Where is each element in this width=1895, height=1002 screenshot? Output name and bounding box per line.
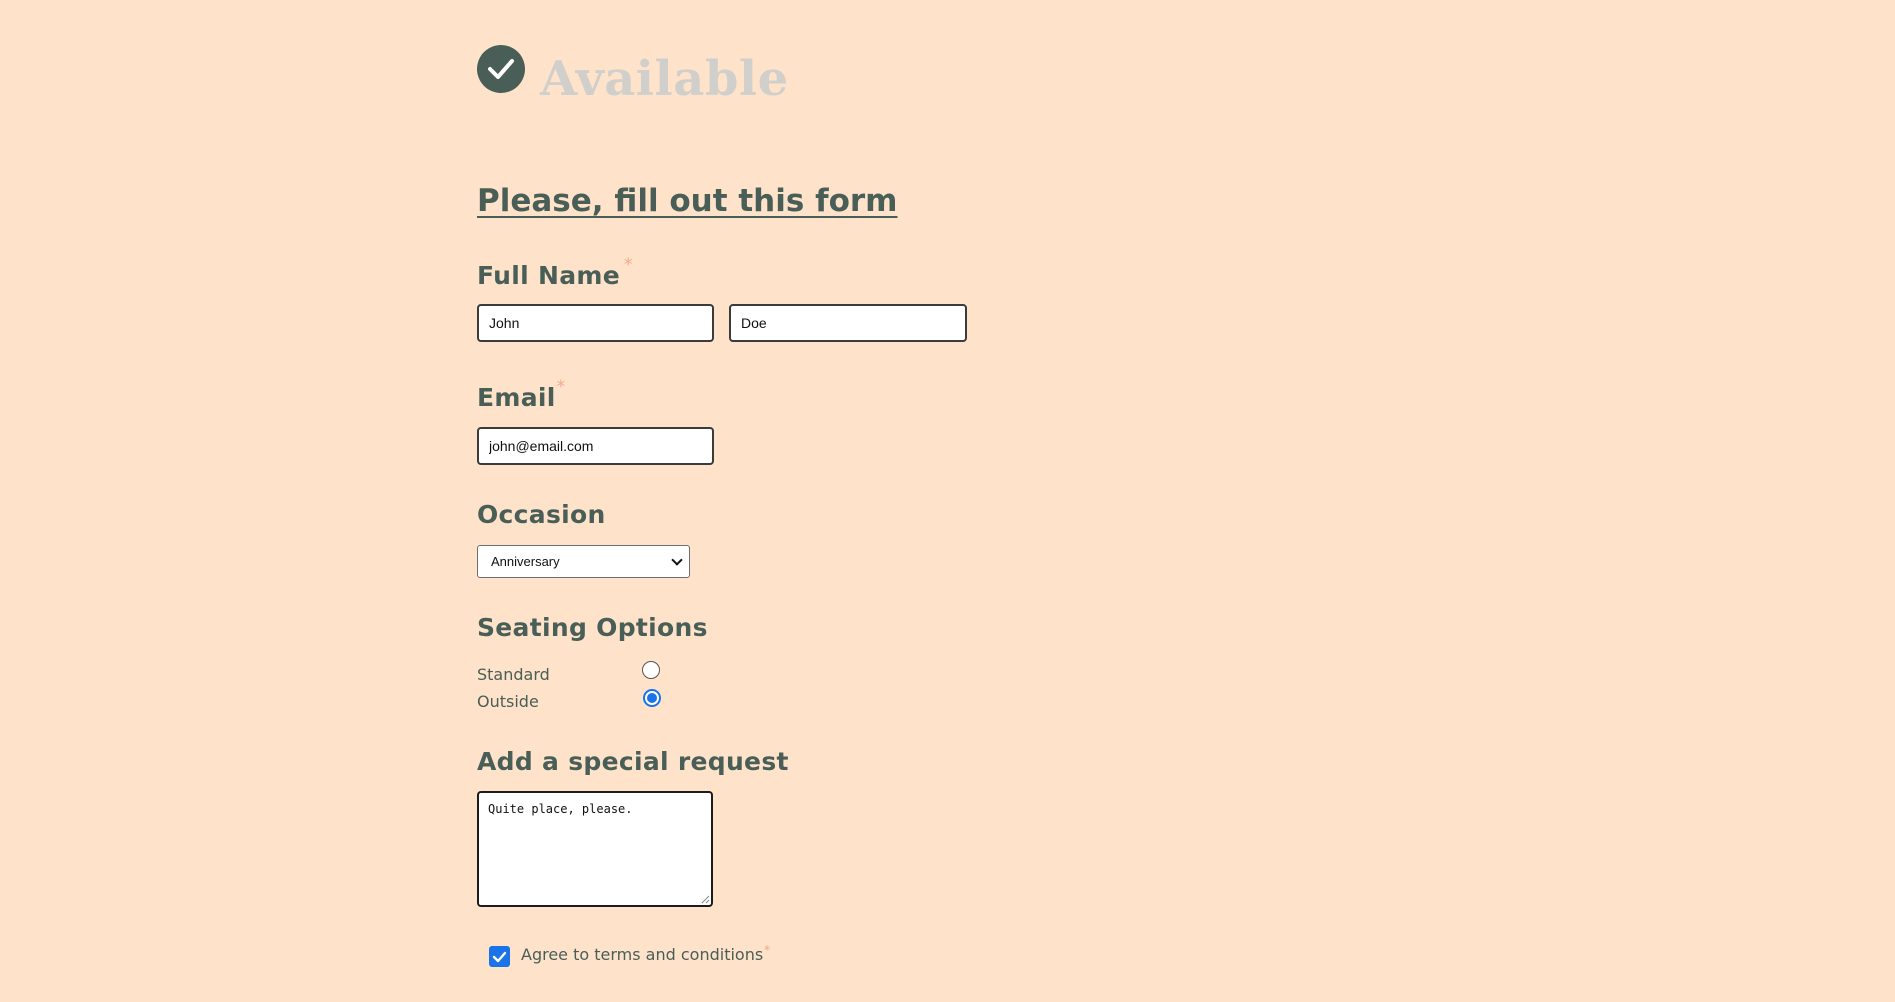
chevron-down-icon bbox=[671, 553, 683, 566]
seating-options-label: Seating Options bbox=[477, 613, 708, 642]
radio-selected-dot bbox=[647, 693, 657, 703]
checkmark-glyph bbox=[488, 59, 514, 79]
full-name-label-text: Full Name bbox=[477, 261, 620, 290]
required-marker: * bbox=[623, 255, 633, 275]
email-label: Email* bbox=[477, 377, 565, 418]
special-request-textarea[interactable]: Quite place, please. bbox=[477, 791, 713, 907]
email-input[interactable] bbox=[477, 427, 714, 465]
seating-option-standard-label: Standard bbox=[477, 665, 550, 684]
terms-checkbox[interactable] bbox=[489, 946, 510, 967]
terms-label[interactable]: Agree to terms and conditions* bbox=[521, 943, 771, 967]
checkmark-icon bbox=[492, 951, 507, 962]
required-marker: * bbox=[556, 377, 566, 397]
required-marker: * bbox=[764, 943, 771, 957]
full-name-label: Full Name * bbox=[477, 255, 633, 296]
seating-option-outside-label: Outside bbox=[477, 692, 539, 711]
occasion-label: Occasion bbox=[477, 500, 606, 529]
first-name-input[interactable] bbox=[477, 304, 714, 342]
resize-handle-icon[interactable] bbox=[700, 894, 710, 904]
check-circle-icon bbox=[477, 45, 525, 93]
special-request-label: Add a special request bbox=[477, 747, 789, 776]
last-name-input[interactable] bbox=[729, 304, 967, 342]
occasion-selected-value: Anniversary bbox=[491, 554, 560, 569]
occasion-select[interactable]: Anniversary bbox=[477, 545, 690, 578]
form-title: Please, fill out this form bbox=[477, 183, 898, 219]
availability-status: Available bbox=[540, 51, 789, 107]
terms-label-text: Agree to terms and conditions bbox=[521, 945, 764, 964]
email-label-text: Email bbox=[477, 383, 556, 412]
reservation-page: Available Please, fill out this form Ful… bbox=[0, 0, 1895, 1002]
seating-option-standard-radio[interactable] bbox=[642, 661, 660, 679]
seating-option-outside-radio[interactable] bbox=[643, 689, 661, 707]
